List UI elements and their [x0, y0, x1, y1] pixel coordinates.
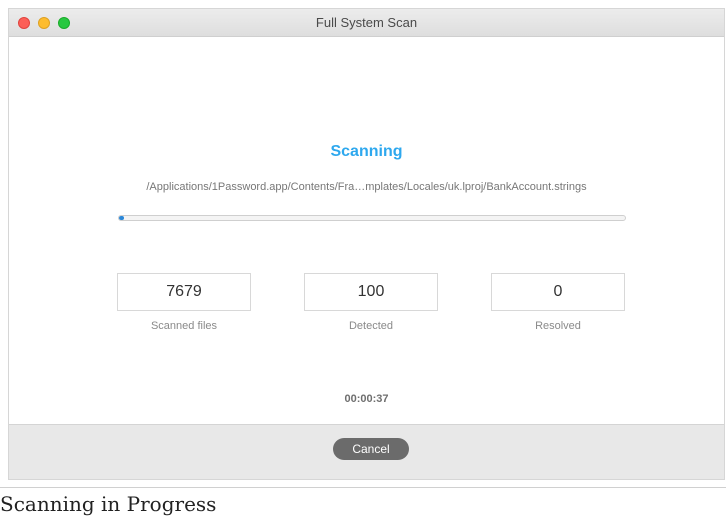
- window-title: Full System Scan: [315, 15, 418, 30]
- scan-content: Scanning /Applications/1Password.app/Con…: [9, 37, 724, 426]
- elapsed-time: 00:00:37: [344, 393, 389, 405]
- page-caption: Scanning in Progress: [0, 487, 726, 516]
- title-bar[interactable]: Full System Scan: [9, 9, 724, 37]
- scan-status-heading: Scanning: [330, 143, 403, 160]
- scan-progress-bar: [118, 215, 626, 221]
- cancel-button[interactable]: Cancel: [333, 438, 409, 460]
- stat-resolved: 0 Resolved: [491, 273, 625, 332]
- scanned-files-count: 7679: [117, 273, 251, 311]
- detected-label: Detected: [348, 320, 394, 332]
- resolved-count: 0: [491, 273, 625, 311]
- stat-scanned-files: 7679 Scanned files: [117, 273, 251, 332]
- current-scan-path: /Applications/1Password.app/Contents/Fra…: [146, 181, 587, 193]
- resolved-label: Resolved: [535, 320, 581, 332]
- detected-count: 100: [304, 273, 438, 311]
- scan-progress-fill: [119, 216, 125, 220]
- scanned-files-label: Scanned files: [150, 320, 218, 332]
- scan-window: Full System Scan Scanning /Applications/…: [8, 8, 725, 480]
- footer-bar: Cancel: [9, 424, 724, 479]
- stat-detected: 100 Detected: [304, 273, 438, 332]
